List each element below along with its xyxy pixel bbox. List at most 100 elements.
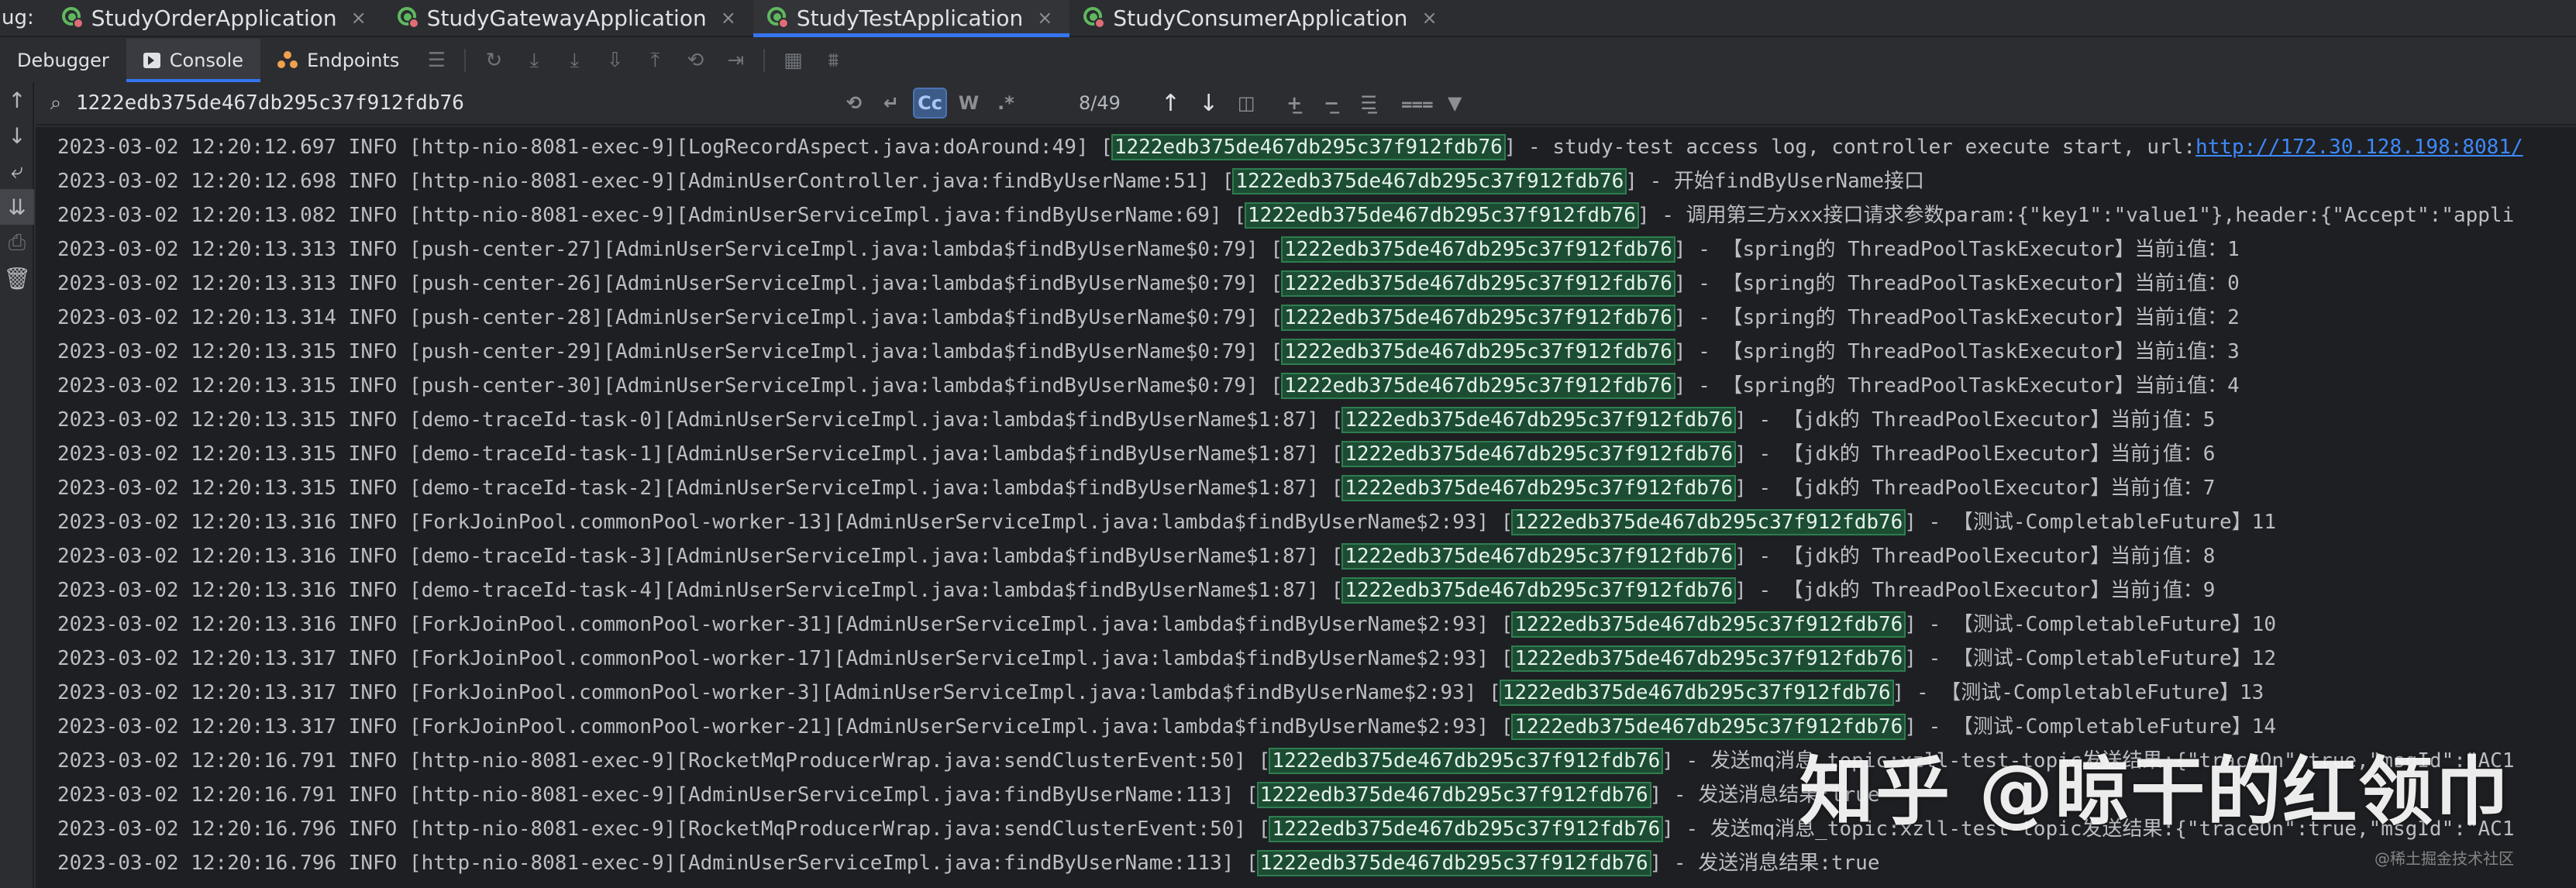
add-selection-next-icon[interactable]: +̲ [1279,88,1310,119]
log-prefix: 2023-03-02 12:20:13.315 INFO [demo-trace… [57,477,1344,500]
trace-id-highlight: 1222edb375de467db295c37f912fdb76 [1341,577,1737,604]
tab-study-gateway-application[interactable]: StudyGatewayApplication × [384,0,753,36]
tab-endpoints[interactable]: Endpoints [260,39,416,82]
log-prefix: 2023-03-02 12:20:16.791 INFO [http-nio-8… [57,749,1271,773]
log-prefix: 2023-03-02 12:20:13.317 INFO [ForkJoinPo… [57,681,1501,704]
funnel-filter-icon[interactable]: ▼ [1439,88,1470,119]
select-all-icon[interactable]: ☰̲ [1353,88,1384,119]
log-prefix: 2023-03-02 12:20:13.313 INFO [push-cente… [57,272,1283,295]
trace-id-highlight: 1222edb375de467db295c37f912fdb76 [1281,236,1675,263]
console-icon [143,53,160,68]
trace-id-highlight: 1222edb375de467db295c37f912fdb76 [1341,441,1737,467]
debug-prefix-label: ug: [2,6,34,29]
trace-id-highlight: 1222edb375de467db295c37f912fdb76 [1245,202,1639,229]
log-message: ] - 【jdk的 ThreadPoolExecutor】当前j值：8 [1734,545,2216,568]
scroll-up-icon[interactable]: ↑ [0,82,34,118]
hamburger-menu-icon[interactable]: ☰ [421,45,452,76]
scroll-down-icon[interactable]: ↓ [0,118,34,153]
clear-all-icon[interactable]: 🗑 [0,260,34,296]
log-prefix: 2023-03-02 12:20:13.316 INFO [ForkJoinPo… [57,511,1514,534]
log-message: ] - 【jdk的 ThreadPoolExecutor】当前j值：5 [1734,408,2216,432]
step-into-icon[interactable]: ⤓ [559,45,590,76]
tab-console-label: Console [169,50,244,71]
log-prefix: 2023-03-02 12:20:13.316 INFO [ForkJoinPo… [57,613,1514,636]
regex-toggle[interactable]: .* [990,88,1021,119]
tab-debugger[interactable]: Debugger [0,39,126,82]
watermark-sub: @稀土掘金技术社区 [2375,849,2514,868]
filter-search-results-icon[interactable]: ⩶ [1401,88,1433,119]
tab-label: StudyConsumerApplication [1113,5,1408,31]
log-prefix: 2023-03-02 12:20:12.697 INFO [http-nio-8… [57,136,1113,159]
close-icon[interactable]: × [721,7,736,29]
close-icon[interactable]: × [1421,7,1437,29]
log-message: ] - 【测试-CompletableFuture】10 [1904,613,2276,636]
toolbar-separator [763,49,766,72]
search-input[interactable] [71,88,831,119]
trace-id-highlight: 1222edb375de467db295c37f912fdb76 [1341,543,1737,570]
log-message: ] - 开始findByUserName接口 [1625,170,1925,193]
trace-id-highlight: 1222edb375de467db295c37f912fdb76 [1511,645,1906,672]
trace-id-highlight: 1222edb375de467db295c37f912fdb76 [1281,270,1675,297]
select-all-occurrences-icon[interactable]: ◫ [1231,88,1262,119]
log-prefix: 2023-03-02 12:20:13.315 INFO [push-cente… [57,374,1283,398]
step-over-icon[interactable]: ⤓ [518,45,549,76]
log-message: ] - 【jdk的 ThreadPoolExecutor】当前j值：9 [1734,579,2216,602]
log-line: 2023-03-02 12:20:13.313 INFO [push-cente… [57,232,2576,267]
spring-boot-debug-icon [59,5,84,30]
console-search-bar: ⌕ ⟲ ↵ Cc W .* 8/49 ↑ ↓ ◫ +̲ −̲ ☰̲ ⩶ ▼ [36,82,2576,126]
log-message: ] - 调用第三方xxx接口请求参数param:{"key1":"value1"… [1637,204,2515,227]
scroll-to-end-icon[interactable]: ⇊ [0,189,34,225]
search-icon[interactable]: ⌕ [40,91,71,115]
force-step-into-icon[interactable]: ⇩ [599,45,630,76]
trace-id-highlight: 1222edb375de467db295c37f912fdb76 [1341,475,1737,501]
next-occurrence-icon[interactable]: ↓ [1199,90,1218,117]
log-line: 2023-03-02 12:20:12.698 INFO [http-nio-8… [57,164,2576,198]
log-prefix: 2023-03-02 12:20:13.316 INFO [demo-trace… [57,545,1344,568]
log-url-link[interactable]: http://172.30.128.198:8081/ [2195,136,2523,159]
log-message: ] - 【测试-CompletableFuture】12 [1904,647,2276,670]
trace-stream-icon[interactable]: ⩩ [818,45,849,76]
search-history-icon[interactable]: ⟲ [839,88,870,119]
console-side-gutter: ↑ ↓ ⤶ ⇊ ⎙ 🗑 [0,82,34,888]
log-message: ] - 【jdk的 ThreadPoolExecutor】当前j值：6 [1734,442,2216,466]
log-prefix: 2023-03-02 12:20:16.796 INFO [http-nio-8… [57,817,1271,841]
trace-id-highlight: 1222edb375de467db295c37f912fdb76 [1341,407,1737,433]
tab-study-order-application[interactable]: StudyOrderApplication × [48,0,384,36]
log-message: ] - 发送消息结果:true [1649,852,1880,875]
match-words-toggle[interactable]: W [953,88,984,119]
log-prefix: 2023-03-02 12:20:13.317 INFO [ForkJoinPo… [57,715,1514,738]
show-execution-point-icon[interactable]: ↻ [478,45,509,76]
log-line: 2023-03-02 12:20:12.697 INFO [http-nio-8… [57,130,2576,164]
log-line: 2023-03-02 12:20:13.315 INFO [push-cente… [57,369,2576,403]
step-out-icon[interactable]: ⤒ [639,45,670,76]
log-line: 2023-03-02 12:20:13.316 INFO [demo-trace… [57,573,2576,607]
tab-study-consumer-application[interactable]: StudyConsumerApplication × [1069,0,1454,36]
new-line-icon[interactable]: ↵ [876,88,907,119]
log-prefix: 2023-03-02 12:20:13.315 INFO [demo-trace… [57,442,1344,466]
log-message: ] - 【spring的 ThreadPoolTaskExecutor】当前i值… [1673,306,2240,329]
match-count: 8/49 [1079,92,1121,114]
match-case-toggle[interactable]: Cc [913,88,947,119]
soft-wrap-icon[interactable]: ⤶ [0,153,34,189]
close-icon[interactable]: × [1037,7,1052,29]
log-message: ] - 【spring的 ThreadPoolTaskExecutor】当前i值… [1673,272,2240,295]
close-icon[interactable]: × [351,7,367,29]
tab-debugger-label: Debugger [17,50,109,71]
tab-study-test-application[interactable]: StudyTestApplication × [752,0,1070,37]
run-to-cursor-icon[interactable]: ⇥ [720,45,751,76]
log-prefix: 2023-03-02 12:20:13.317 INFO [ForkJoinPo… [57,647,1514,670]
log-prefix: 2023-03-02 12:20:13.313 INFO [push-cente… [57,238,1283,261]
log-message: ] - study-test access log, controller ex… [1503,136,2195,159]
drop-frame-icon[interactable]: ⟲ [680,45,711,76]
log-prefix: 2023-03-02 12:20:13.316 INFO [demo-trace… [57,579,1344,602]
trace-id-highlight: 1222edb375de467db295c37f912fdb76 [1281,339,1675,365]
print-icon[interactable]: ⎙ [0,225,34,260]
unselect-occurrence-icon[interactable]: −̲ [1316,88,1347,119]
log-message: ] - 【测试-CompletableFuture】11 [1904,511,2276,534]
evaluate-expression-icon[interactable]: ▦ [777,45,808,76]
log-line: 2023-03-02 12:20:13.315 INFO [demo-trace… [57,403,2576,437]
log-line: 2023-03-02 12:20:13.316 INFO [ForkJoinPo… [57,505,2576,539]
previous-occurrence-icon[interactable]: ↑ [1161,90,1180,117]
tab-console[interactable]: Console [126,39,261,82]
log-message: ] - 【spring的 ThreadPoolTaskExecutor】当前i值… [1673,340,2240,363]
